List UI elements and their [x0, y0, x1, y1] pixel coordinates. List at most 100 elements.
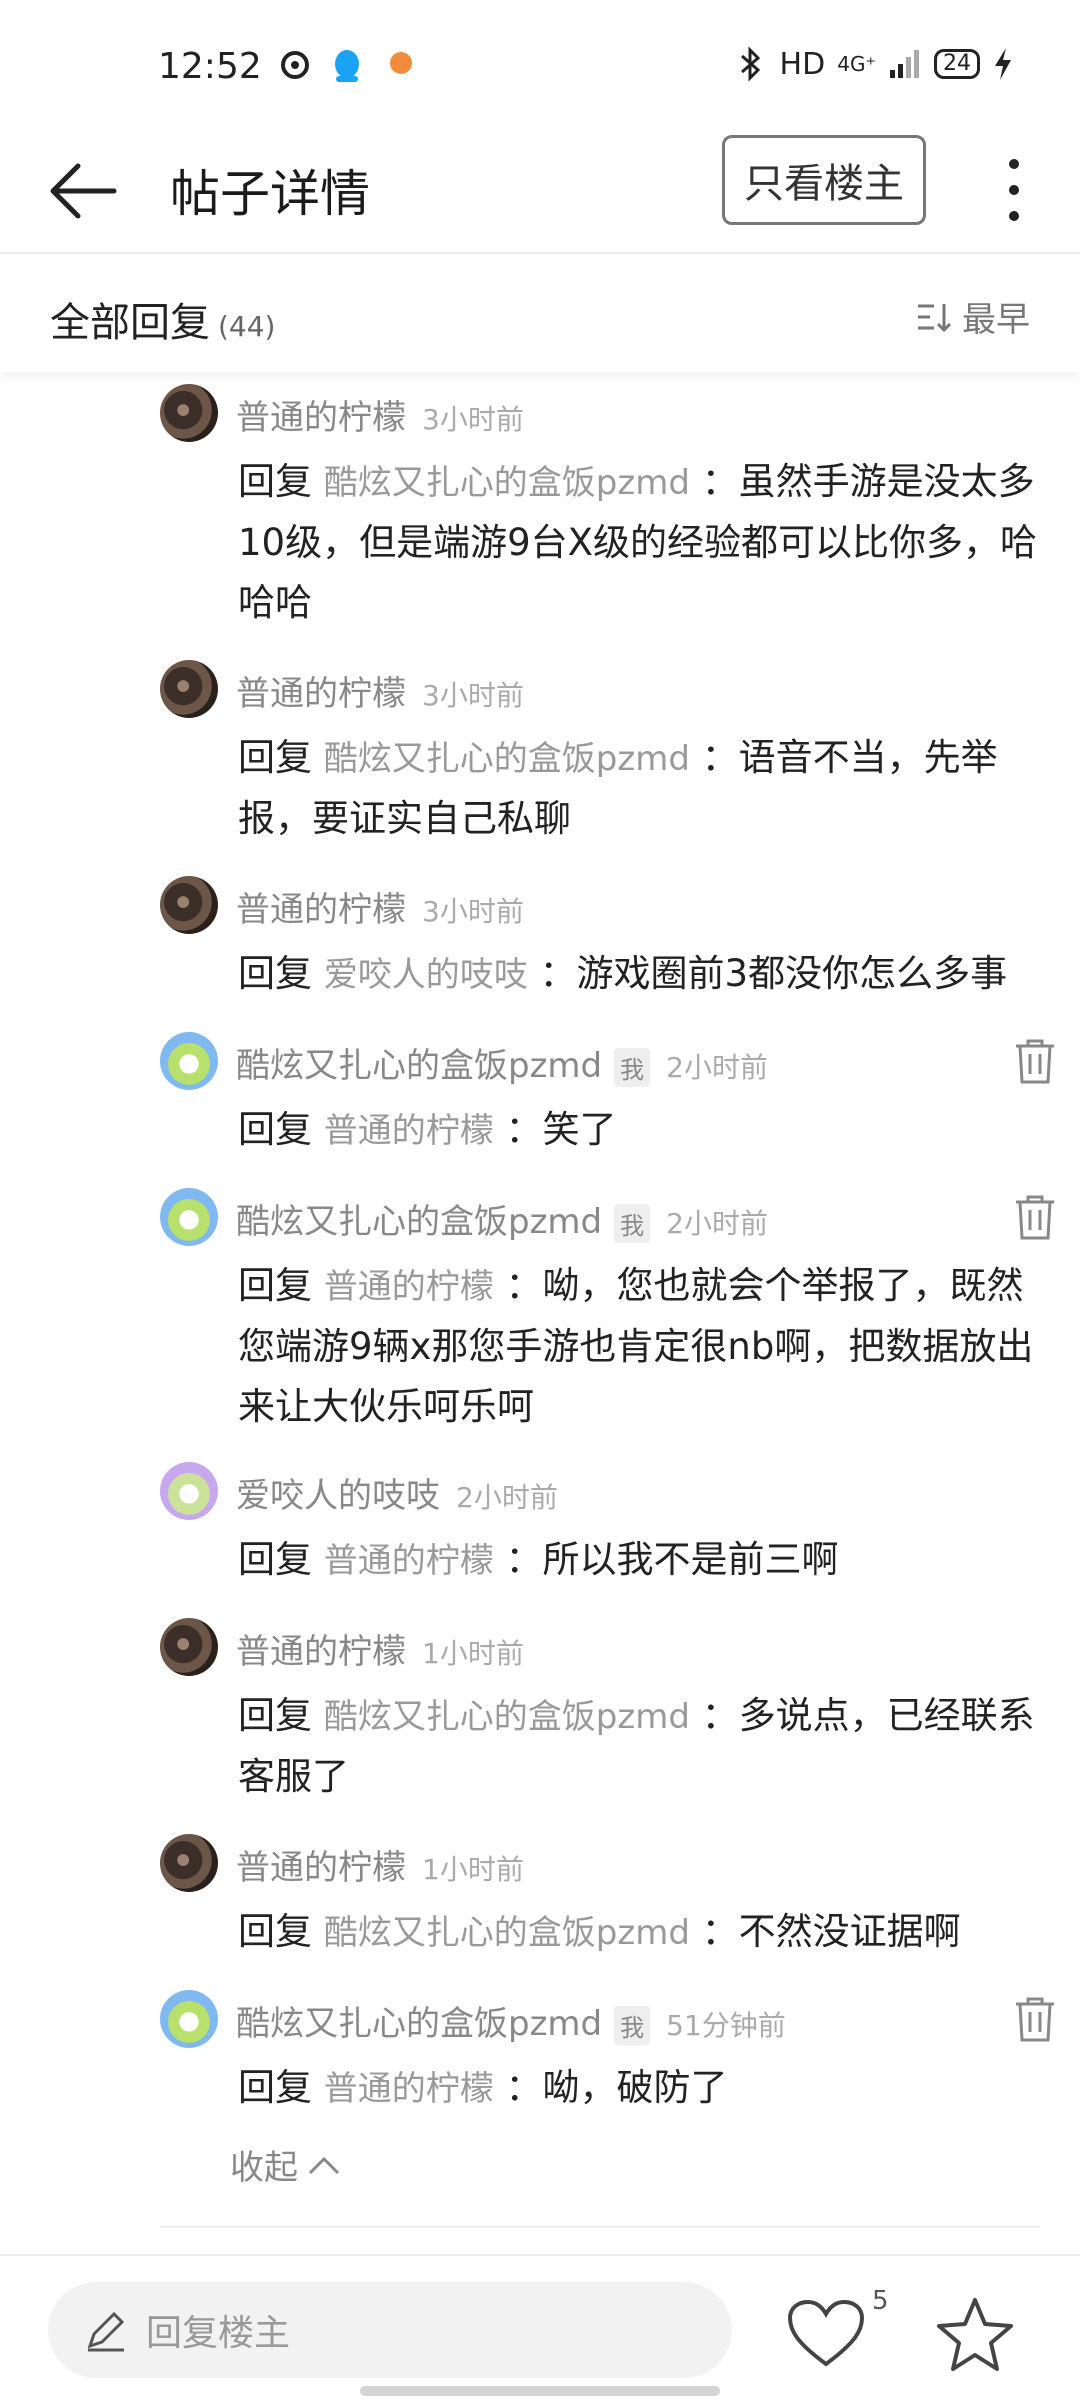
- home-indicator[interactable]: [360, 2386, 720, 2396]
- avatar[interactable]: [160, 1618, 218, 1676]
- reply-target[interactable]: 普通的柠檬: [324, 1541, 494, 1581]
- collapse-button[interactable]: 收起: [230, 2140, 342, 2189]
- reply-item: 酷炫又扎心的盒饭pzmd 我 2小时前 回复 普通的柠檬 ：笑了: [160, 1032, 1054, 1161]
- reply-time: 3小时前: [422, 679, 524, 712]
- replies-sort-bar: 全部回复 (44) 最早: [0, 256, 1080, 372]
- reply-item: 普通的柠檬 3小时前 回复 爱咬人的吱吱 ：游戏圈前3都没你怎么多事: [160, 876, 1040, 1005]
- delete-icon[interactable]: [1012, 1994, 1058, 2044]
- author-name[interactable]: 酷炫又扎心的盒饭pzmd: [236, 1046, 602, 1086]
- reply-target[interactable]: 酷炫又扎心的盒饭pzmd: [324, 463, 690, 503]
- author-name[interactable]: 普通的柠檬: [236, 674, 406, 714]
- top-app-bar: 帖子详情 只看楼主: [0, 130, 1080, 254]
- reply-text[interactable]: 回复 酷炫又扎心的盒饭pzmd ：语音不当，先举报，要证实自己私聊: [238, 728, 1048, 849]
- reply-time: 2小时前: [456, 1481, 558, 1514]
- back-arrow-icon[interactable]: [44, 156, 124, 226]
- reply-item: 普通的柠檬 3小时前 回复 酷炫又扎心的盒饭pzmd ：虽然手游是没太多10级，但…: [160, 384, 1040, 633]
- bottom-action-bar: 回复楼主 5: [0, 2254, 1080, 2400]
- reply-time: 1小时前: [422, 1853, 524, 1886]
- reply-item: 普通的柠檬 1小时前 回复 酷炫又扎心的盒饭pzmd ：多说点，已经联系客服了: [160, 1618, 1040, 1807]
- reply-content: ：不然没证据啊: [701, 1910, 961, 1953]
- reply-text[interactable]: 回复 普通的柠檬 ：所以我不是前三啊: [238, 1530, 1048, 1591]
- reply-prefix: 回复: [238, 460, 312, 503]
- all-replies-label: 全部回复: [50, 300, 210, 346]
- reply-content: ：所以我不是前三啊: [505, 1538, 839, 1581]
- reply-target[interactable]: 酷炫又扎心的盒饭pzmd: [324, 1913, 690, 1953]
- only-owner-button[interactable]: 只看楼主: [722, 135, 926, 225]
- reply-target[interactable]: 爱咬人的吱吱: [324, 955, 528, 995]
- reply-text[interactable]: 回复 酷炫又扎心的盒饭pzmd ：不然没证据啊: [238, 1902, 1048, 1963]
- reply-prefix: 回复: [238, 1264, 312, 1307]
- reply-target[interactable]: 普通的柠檬: [324, 1111, 494, 1151]
- reply-prefix: 回复: [238, 1538, 312, 1581]
- delete-icon[interactable]: [1012, 1036, 1058, 1086]
- reply-time: 51分钟前: [666, 2009, 786, 2042]
- author-name[interactable]: 酷炫又扎心的盒饭pzmd: [236, 2004, 602, 2044]
- status-time: 12:52: [158, 46, 262, 87]
- reply-time: 1小时前: [422, 1637, 524, 1670]
- avatar[interactable]: [160, 1990, 218, 2048]
- reply-prefix: 回复: [238, 1910, 312, 1953]
- reply-time: 3小时前: [422, 403, 524, 436]
- reply-item: 普通的柠檬 3小时前 回复 酷炫又扎心的盒饭pzmd ：语音不当，先举报，要证实自…: [160, 660, 1040, 849]
- all-replies-heading: 全部回复 (44): [50, 290, 275, 348]
- author-name[interactable]: 普通的柠檬: [236, 1848, 406, 1888]
- reply-text[interactable]: 回复 普通的柠檬 ：呦，破防了: [238, 2058, 1048, 2119]
- author-name[interactable]: 普通的柠檬: [236, 890, 406, 930]
- reply-prefix: 回复: [238, 736, 312, 779]
- reply-target[interactable]: 普通的柠檬: [324, 1267, 494, 1307]
- reply-text[interactable]: 回复 爱咬人的吱吱 ：游戏圈前3都没你怎么多事: [238, 944, 1048, 1005]
- reply-text[interactable]: 回复 酷炫又扎心的盒饭pzmd ：虽然手游是没太多10级，但是端游9台X级的经验…: [238, 452, 1048, 633]
- network-hd: HD: [779, 46, 826, 82]
- reply-content: ：笑了: [505, 1108, 617, 1151]
- delete-icon[interactable]: [1012, 1192, 1058, 1242]
- pen-icon: [87, 2311, 125, 2352]
- reply-prefix: 回复: [238, 2066, 312, 2109]
- me-badge: 我: [614, 2006, 651, 2045]
- signal-icon: [890, 50, 919, 78]
- author-name[interactable]: 普通的柠檬: [236, 1632, 406, 1672]
- avatar[interactable]: [160, 660, 218, 718]
- avatar[interactable]: [160, 384, 218, 442]
- chevron-up-icon: [308, 2156, 340, 2174]
- bluetooth-icon: [740, 46, 760, 82]
- sort-icon: [918, 303, 952, 332]
- avatar[interactable]: [160, 1188, 218, 1246]
- reply-item: 普通的柠檬 1小时前 回复 酷炫又扎心的盒饭pzmd ：不然没证据啊: [160, 1834, 1040, 1963]
- reply-text[interactable]: 回复 普通的柠檬 ：笑了: [238, 1100, 1048, 1161]
- author-name[interactable]: 酷炫又扎心的盒饭pzmd: [236, 1202, 602, 1242]
- reply-time: 2小时前: [666, 1051, 768, 1084]
- reply-target[interactable]: 酷炫又扎心的盒饭pzmd: [324, 1697, 690, 1737]
- network-type: 4G⁺: [837, 52, 876, 76]
- reply-target[interactable]: 酷炫又扎心的盒饭pzmd: [324, 739, 690, 779]
- sort-button[interactable]: 最早: [916, 292, 1030, 341]
- reply-time: 2小时前: [666, 1207, 768, 1240]
- battery-level: 24: [934, 49, 980, 79]
- me-badge: 我: [614, 1204, 651, 1243]
- author-name[interactable]: 爱咬人的吱吱: [236, 1476, 440, 1516]
- avatar[interactable]: [160, 876, 218, 934]
- reply-item: 酷炫又扎心的盒饭pzmd 我 51分钟前 回复 普通的柠檬 ：呦，破防了: [160, 1990, 1054, 2119]
- avatar[interactable]: [160, 1462, 218, 1520]
- reply-text[interactable]: 回复 酷炫又扎心的盒饭pzmd ：多说点，已经联系客服了: [238, 1686, 1048, 1807]
- reply-content: ：呦，破防了: [505, 2066, 728, 2109]
- charging-icon: [995, 48, 1011, 80]
- more-options-icon[interactable]: [994, 150, 1034, 230]
- heart-icon[interactable]: [786, 2298, 866, 2370]
- like-count: 5: [872, 2286, 889, 2316]
- author-name[interactable]: 普通的柠檬: [236, 398, 406, 438]
- reply-prefix: 回复: [238, 1694, 312, 1737]
- reply-target[interactable]: 普通的柠檬: [324, 2069, 494, 2109]
- star-icon[interactable]: [936, 2296, 1014, 2374]
- reply-content: ：游戏圈前3都没你怎么多事: [539, 952, 1008, 995]
- orange-notification-icon: [390, 52, 412, 74]
- status-right: HD 4G⁺ 24: [732, 46, 1014, 82]
- reply-count: (44): [218, 310, 276, 343]
- reply-prefix: 回复: [238, 952, 312, 995]
- avatar[interactable]: [160, 1834, 218, 1892]
- reply-text[interactable]: 回复 普通的柠檬 ：呦，您也就会个举报了，既然您端游9辆x那您手游也肯定很nb啊…: [238, 1256, 1048, 1437]
- avatar[interactable]: [160, 1032, 218, 1090]
- reply-owner-input[interactable]: 回复楼主: [48, 2282, 732, 2378]
- qq-notification-icon: [335, 50, 359, 82]
- reply-item: 酷炫又扎心的盒饭pzmd 我 2小时前 回复 普通的柠檬 ：呦，您也就会个举报了，既…: [160, 1188, 1054, 1437]
- reply-time: 3小时前: [422, 895, 524, 928]
